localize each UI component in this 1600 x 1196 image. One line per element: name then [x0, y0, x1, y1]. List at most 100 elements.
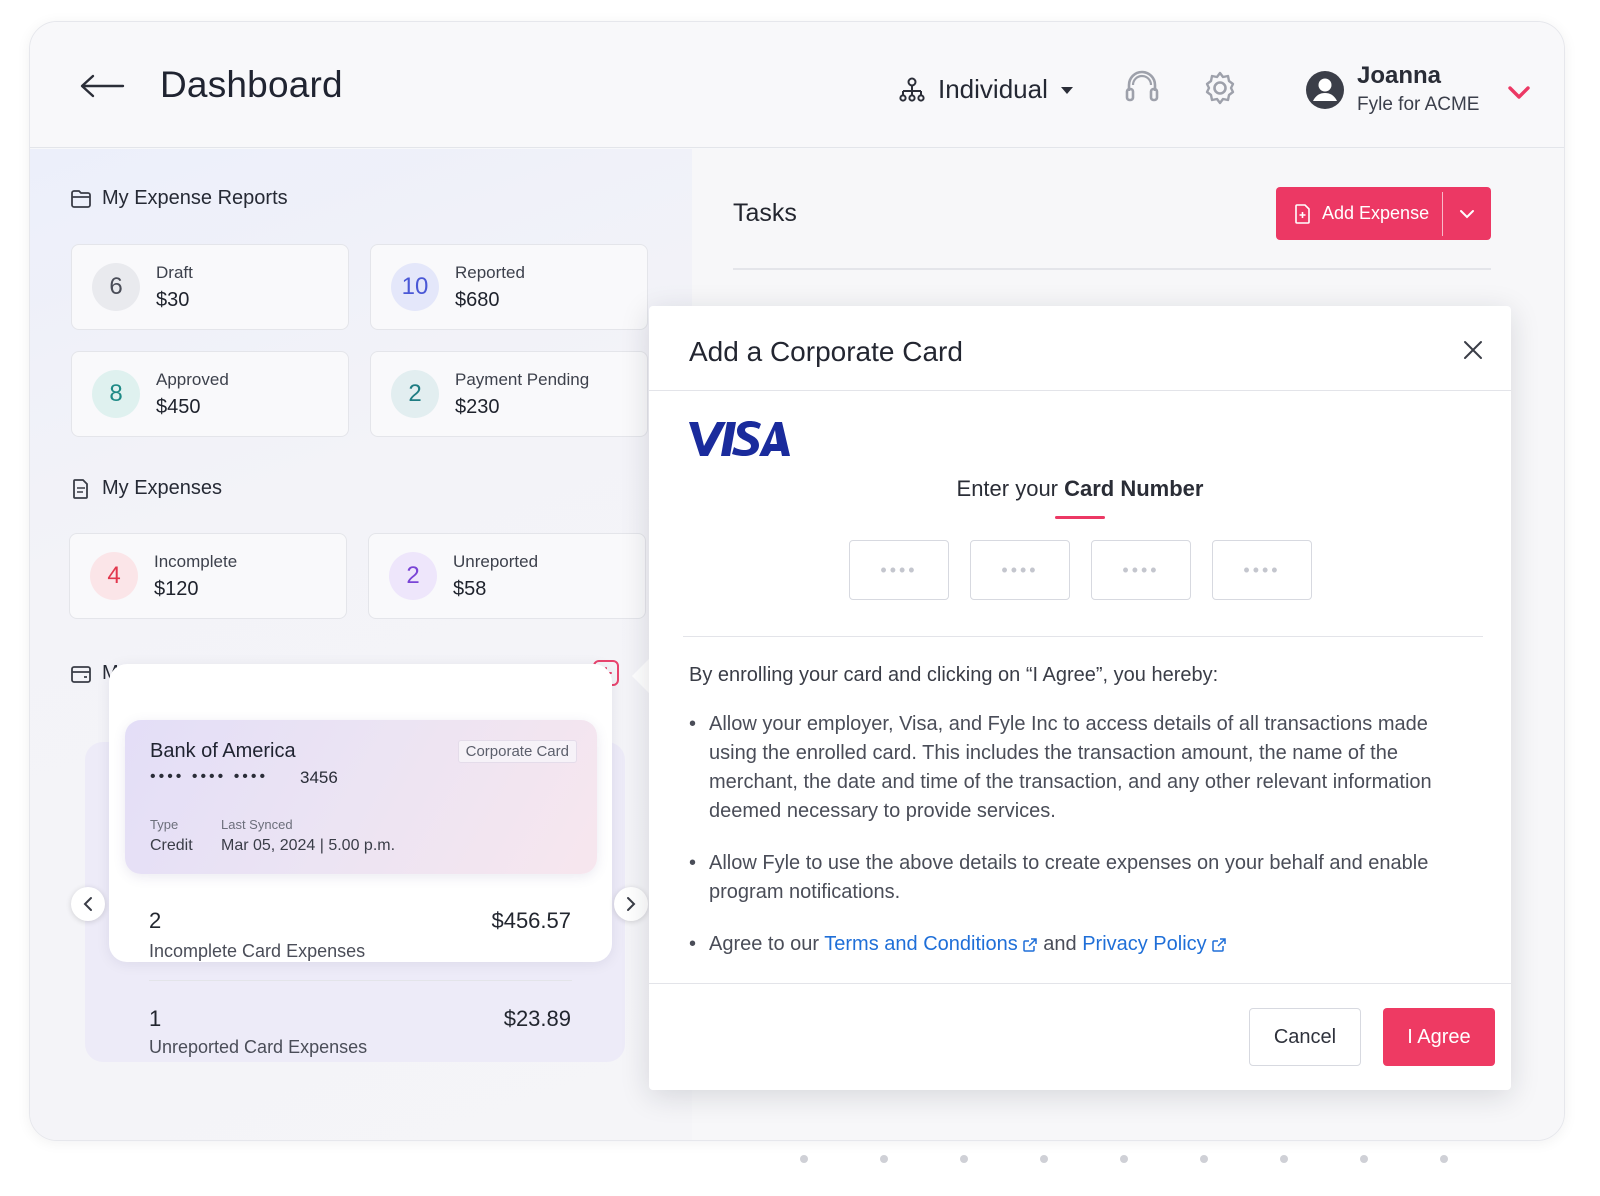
expense-stat-incomplete[interactable]: 4 Incomplete $120: [69, 533, 347, 619]
top-header: Dashboard Individual Joanna Fyle for ACM…: [30, 22, 1564, 148]
corporate-credit-card[interactable]: Bank of America Corporate Card •••• ••••…: [125, 720, 597, 874]
carousel-pagination: [800, 1155, 1448, 1163]
report-stat-approved[interactable]: 8 Approved $450: [71, 351, 349, 437]
report-stat-payment-pending[interactable]: 2 Payment Pending $230: [370, 351, 648, 437]
close-icon[interactable]: [1457, 334, 1489, 366]
agree-button[interactable]: I Agree: [1383, 1008, 1495, 1066]
document-icon: [73, 478, 88, 499]
stat-count: 2: [391, 370, 439, 418]
type-label: Type: [150, 817, 179, 832]
stat-label: Unreported: [453, 551, 539, 571]
caret-down-icon: [1060, 86, 1073, 94]
add-expense-main[interactable]: Add Expense: [1276, 203, 1442, 224]
report-stat-reported[interactable]: 10 Reported $680: [370, 244, 648, 330]
tasks-title: Tasks: [733, 199, 797, 227]
digit-placeholder: ••••: [1001, 559, 1039, 580]
terms-link[interactable]: Terms and Conditions: [824, 933, 1017, 955]
pagination-dot[interactable]: [960, 1155, 968, 1163]
privacy-policy-link[interactable]: Privacy Policy: [1082, 933, 1206, 955]
incomplete-card-amount: $456.57: [491, 908, 571, 933]
unreported-card-label: Unreported Card Expenses: [149, 1037, 368, 1057]
user-org: Fyle for ACME: [1357, 94, 1480, 115]
pagination-dot[interactable]: [1280, 1155, 1288, 1163]
stat-amount: $230: [455, 395, 500, 418]
stat-label: Approved: [156, 369, 229, 389]
pagination-dot[interactable]: [880, 1155, 888, 1163]
modal-divider: [683, 636, 1483, 637]
card-last-four: 3456: [300, 768, 338, 787]
modal-title: Add a Corporate Card: [689, 336, 963, 367]
gear-icon[interactable]: [1200, 68, 1240, 108]
card-number-group-2[interactable]: ••••: [970, 540, 1070, 600]
divider: [149, 980, 572, 981]
consent-heading: By enrolling your card and clicking on “…: [689, 664, 1219, 686]
pagination-dot[interactable]: [1120, 1155, 1128, 1163]
user-name: Joanna: [1357, 62, 1442, 89]
add-expense-dropdown[interactable]: [1443, 209, 1491, 219]
document-plus-icon: [1295, 203, 1310, 224]
next-card-button[interactable]: [614, 887, 648, 921]
previous-card-button[interactable]: [71, 887, 105, 921]
modal-pointer: [632, 658, 650, 694]
card-type-badge: Corporate Card: [457, 740, 577, 763]
pagination-dot[interactable]: [1200, 1155, 1208, 1163]
stat-count: 10: [391, 263, 439, 311]
expense-stat-unreported[interactable]: 2 Unreported $58: [368, 533, 646, 619]
card-number-group-4[interactable]: ••••: [1212, 540, 1312, 600]
pagination-dot[interactable]: [800, 1155, 808, 1163]
add-expense-button[interactable]: Add Expense: [1276, 187, 1491, 240]
prompt-underline: [1055, 516, 1105, 519]
digit-placeholder: ••••: [1243, 559, 1281, 580]
prompt-prefix: Enter your: [956, 476, 1065, 501]
tasks-divider: [733, 268, 1491, 270]
stat-amount: $58: [453, 577, 487, 600]
stat-amount: $120: [154, 577, 199, 600]
headset-support-icon[interactable]: [1122, 68, 1162, 108]
pagination-dot[interactable]: [1440, 1155, 1448, 1163]
stat-label: Incomplete: [154, 551, 238, 571]
consent-item-create-expenses: Allow Fyle to use the above details to c…: [689, 849, 1469, 907]
pagination-dot[interactable]: [1360, 1155, 1368, 1163]
stat-count: 4: [90, 552, 138, 600]
pagination-dot[interactable]: [1040, 1155, 1048, 1163]
expenses-title: My Expenses: [102, 477, 223, 499]
view-selector-dropdown[interactable]: Individual: [898, 74, 1074, 105]
view-selector-label: Individual: [938, 74, 1048, 104]
digit-placeholder: ••••: [880, 559, 918, 580]
avatar[interactable]: [1305, 70, 1345, 110]
last-synced-label: Last Synced: [221, 817, 293, 832]
report-stat-draft[interactable]: 6 Draft $30: [71, 244, 349, 330]
add-corporate-card-modal: Add a Corporate Card Enter your Card Num…: [649, 306, 1511, 1090]
stat-count: 2: [389, 552, 437, 600]
back-arrow-icon[interactable]: [78, 66, 126, 106]
chevron-left-icon: [83, 897, 92, 911]
stat-label: Payment Pending: [455, 369, 590, 389]
terms-prefix: Agree to our: [709, 933, 825, 955]
last-synced-value: Mar 05, 2024 | 5.00 p.m.: [221, 837, 396, 854]
card-number-group-1[interactable]: ••••: [849, 540, 949, 600]
modal-divider: [649, 390, 1511, 391]
card-number-prompt: Enter your Card Number: [649, 476, 1511, 502]
add-expense-label: Add Expense: [1322, 203, 1430, 223]
expense-reports-heading: My Expense Reports: [70, 187, 288, 210]
external-link-icon: [1022, 937, 1037, 952]
stat-amount: $450: [156, 395, 201, 418]
card-number-group-3[interactable]: ••••: [1091, 540, 1191, 600]
expenses-heading: My Expenses: [70, 477, 222, 500]
chevron-down-icon[interactable]: [1506, 82, 1532, 102]
stat-label: Reported: [455, 262, 525, 282]
folder-icon: [71, 189, 91, 208]
chevron-down-icon: [1460, 209, 1474, 218]
incomplete-card-label: Incomplete Card Expenses: [149, 941, 366, 961]
incomplete-card-count: 2: [149, 908, 162, 933]
stat-count: 6: [92, 263, 140, 311]
wallet-icon: [71, 665, 91, 683]
masked-card-number: •••• •••• ••••: [150, 768, 269, 785]
cancel-button[interactable]: Cancel: [1249, 1008, 1361, 1066]
page-title: Dashboard: [160, 64, 343, 105]
org-hierarchy-icon: [899, 77, 925, 102]
digit-placeholder: ••••: [1122, 559, 1160, 580]
unreported-card-count: 1: [149, 1006, 162, 1031]
unreported-card-amount: $23.89: [503, 1006, 571, 1031]
visa-logo-icon: [689, 421, 790, 456]
